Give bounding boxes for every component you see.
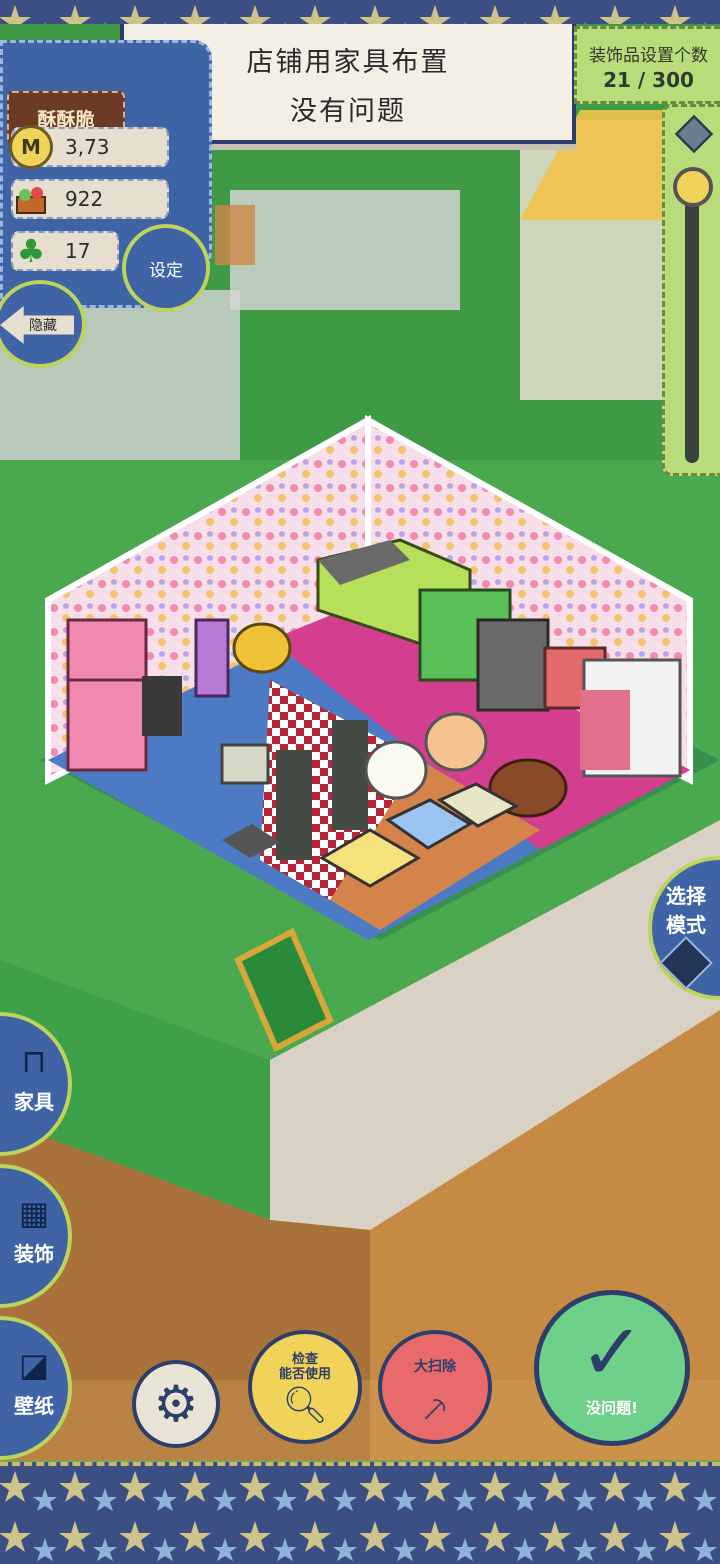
select-mode-label-2: 模式 (666, 913, 706, 937)
broom-icon: ⸕ (420, 1385, 450, 1431)
clover-value: 17 (65, 239, 91, 263)
wall-icon: ◪ (18, 1346, 50, 1384)
clean-label: 大扫除 (414, 1359, 456, 1375)
clean-button[interactable]: 大扫除 ⸕ (378, 1330, 492, 1444)
tab-furniture-label: 家具 (14, 1090, 54, 1114)
rotate-settings-button[interactable]: ⚙ (132, 1360, 220, 1448)
inspect-label: 检查 能否使用 (252, 1352, 358, 1382)
settings-button[interactable]: 设定 (122, 224, 210, 312)
inspect-label-2: 能否使用 (278, 1367, 331, 1382)
coin-icon: M (9, 125, 53, 169)
ok-label: 没问题! (586, 1399, 638, 1417)
bottom-star-border (0, 1462, 720, 1564)
top-star-border (0, 0, 720, 24)
settings-label: 设定 (149, 260, 183, 281)
clover-row: ♣ 17 (11, 231, 119, 271)
inspect-label-1: 检查 (291, 1352, 318, 1367)
ok-button[interactable]: ✓ 没问题! (534, 1290, 690, 1446)
money-value: 3,73 (65, 135, 110, 159)
tab-decor-label: 装饰 (14, 1242, 54, 1266)
window-lamp-icon: ▦ (18, 1194, 50, 1232)
tab-wallpaper-label: 壁纸 (14, 1394, 54, 1418)
ingredients-value: 922 (65, 187, 104, 211)
hide-label: 隐藏 (29, 318, 57, 334)
ingredients-row: 922 (11, 179, 169, 219)
magnifier-icon: 🔍︎ (282, 1385, 328, 1426)
cube-icon (674, 114, 714, 154)
decor-counter-value: 21 / 300 (603, 68, 694, 92)
slider-track[interactable] (685, 191, 699, 463)
inspect-button[interactable]: 检查 能否使用 🔍︎ (248, 1330, 362, 1444)
slider-knob[interactable] (673, 167, 713, 207)
decor-counter: 装饰品设置个数 21 / 300 (574, 26, 720, 104)
decor-counter-label: 装饰品设置个数 (589, 46, 708, 66)
zoom-slider[interactable] (662, 104, 720, 476)
clover-icon: ♣ (16, 232, 46, 270)
gear-icon: ⚙ (153, 1375, 199, 1433)
table-icon: ⊓ (21, 1042, 47, 1080)
vegetable-basket-icon (9, 177, 53, 221)
select-mode-label-1: 选择 (666, 884, 706, 908)
money-row: M 3,73 (9, 125, 169, 169)
checkmark-icon: ✓ (579, 1308, 645, 1398)
arrow-left-icon: 隐藏 (0, 306, 74, 344)
